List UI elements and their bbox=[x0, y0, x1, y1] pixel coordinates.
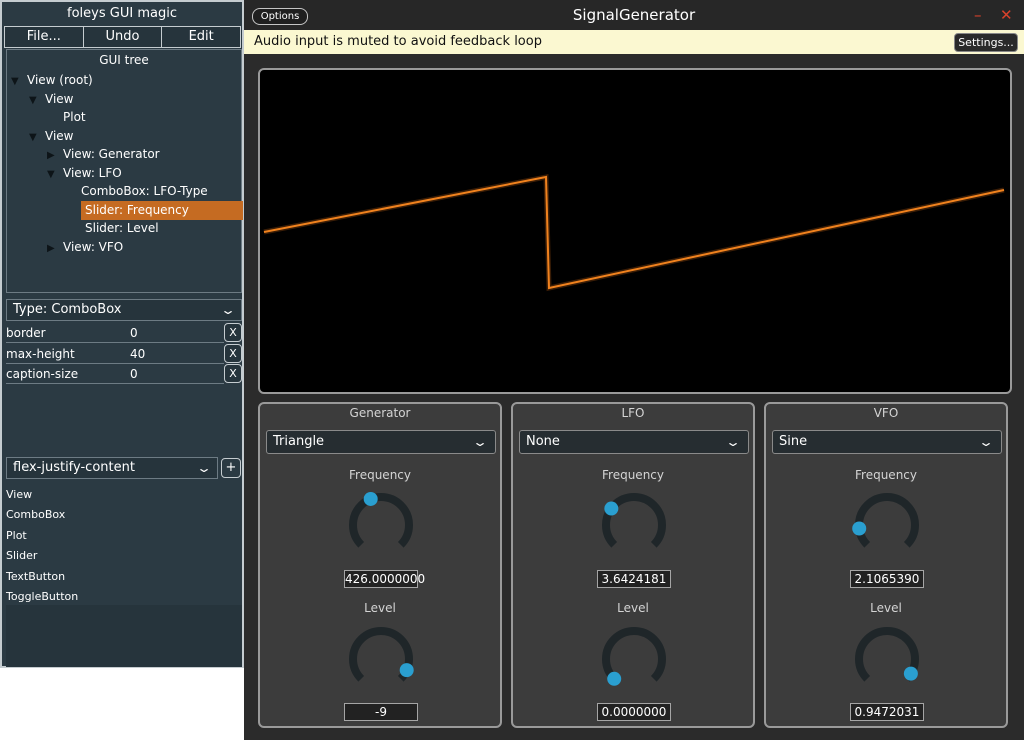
generator-group: Generator Triangle ⌄ Frequency 426.00000… bbox=[258, 402, 502, 728]
frequency-knob[interactable] bbox=[346, 490, 416, 560]
tree-node-view[interactable]: ▼ View bbox=[29, 127, 73, 146]
options-button[interactable]: Options bbox=[252, 8, 308, 25]
expanded-triangle-icon[interactable]: ▼ bbox=[11, 72, 27, 91]
knob-track bbox=[602, 627, 666, 682]
generator-type-combobox[interactable]: Triangle ⌄ bbox=[266, 430, 496, 454]
expanded-triangle-icon[interactable]: ▼ bbox=[47, 165, 63, 184]
tree-node-view[interactable]: ▼ View bbox=[29, 90, 73, 109]
vfo-type-combobox[interactable]: Sine ⌄ bbox=[772, 430, 1002, 454]
remove-property-button[interactable]: X bbox=[224, 323, 242, 342]
palette-empty-area bbox=[6, 605, 242, 667]
palette-item-slider[interactable]: Slider bbox=[6, 546, 37, 566]
waveform-trace-shadow bbox=[263, 173, 1005, 292]
knob-thumb[interactable] bbox=[607, 671, 622, 686]
chevron-down-icon: ⌄ bbox=[471, 435, 489, 449]
settings-button[interactable]: Settings... bbox=[954, 33, 1018, 52]
frequency-value-field[interactable]: 3.6424181 bbox=[597, 570, 671, 588]
property-value-input[interactable]: 0 bbox=[126, 323, 224, 343]
knob-track bbox=[349, 493, 413, 548]
minimize-icon[interactable]: – bbox=[974, 6, 982, 24]
collapsed-triangle-icon[interactable]: ▶ bbox=[47, 146, 63, 165]
flex-property-selector[interactable]: flex-justify-content ⌄ bbox=[6, 457, 218, 479]
frequency-knob[interactable] bbox=[852, 490, 922, 560]
tree-node-slider-level[interactable]: Slider: Level bbox=[81, 219, 159, 238]
level-value-field[interactable]: -9 bbox=[344, 703, 418, 721]
audio-muted-notice: Audio input is muted to avoid feedback l… bbox=[244, 30, 1024, 54]
palette-item-combobox[interactable]: ComboBox bbox=[6, 505, 65, 525]
remove-property-button[interactable]: X bbox=[224, 364, 242, 383]
undo-button[interactable]: Undo bbox=[82, 26, 163, 48]
property-value-input[interactable]: 0 bbox=[126, 364, 224, 384]
frequency-label: Frequency bbox=[602, 468, 664, 482]
lfo-group: LFO None ⌄ Frequency 3.6424181 Level 0.0… bbox=[511, 402, 755, 728]
knob-thumb[interactable] bbox=[903, 666, 918, 681]
gui-tree: GUI tree ▼ View (root) ▼ View Plot ▼ View ▶… bbox=[6, 49, 243, 293]
chevron-down-icon: ⌄ bbox=[977, 435, 995, 449]
collapsed-triangle-icon[interactable]: ▶ bbox=[47, 239, 63, 258]
type-selector[interactable]: Type: ComboBox ⌄ bbox=[6, 299, 242, 321]
file-menu-button[interactable]: File... bbox=[4, 26, 84, 48]
group-title: VFO bbox=[873, 406, 899, 420]
close-icon[interactable]: ✕ bbox=[1000, 6, 1013, 24]
knob-track bbox=[855, 493, 919, 548]
expanded-triangle-icon[interactable]: ▼ bbox=[29, 91, 45, 110]
frequency-value-field[interactable]: 2.1065390 bbox=[850, 570, 924, 588]
chevron-down-icon: ⌄ bbox=[195, 461, 213, 475]
property-row: border 0 X bbox=[6, 323, 242, 343]
remove-property-button[interactable]: X bbox=[224, 344, 242, 363]
group-title: LFO bbox=[621, 406, 645, 420]
level-knob[interactable] bbox=[852, 624, 922, 694]
palette-item-plot[interactable]: Plot bbox=[6, 526, 27, 546]
tree-node-plot[interactable]: Plot bbox=[63, 108, 86, 127]
editor-title: foleys GUI magic bbox=[67, 6, 177, 21]
palette-item-togglebutton[interactable]: ToggleButton bbox=[6, 587, 78, 607]
property-name: border bbox=[6, 323, 126, 343]
edit-menu-button[interactable]: Edit bbox=[161, 26, 242, 48]
waveform-plot bbox=[258, 68, 1012, 394]
frequency-label: Frequency bbox=[855, 468, 917, 482]
knob-thumb[interactable] bbox=[399, 663, 414, 678]
knob-thumb[interactable] bbox=[604, 501, 619, 516]
lfo-type-combobox[interactable]: None ⌄ bbox=[519, 430, 749, 454]
vfo-group: VFO Sine ⌄ Frequency 2.1065390 Level 0.9… bbox=[764, 402, 1008, 728]
expanded-triangle-icon[interactable]: ▼ bbox=[29, 128, 45, 147]
property-row: max-height 40 X bbox=[6, 344, 242, 364]
group-title: Generator bbox=[349, 406, 411, 420]
knob-thumb[interactable] bbox=[363, 491, 378, 506]
palette-item-view[interactable]: View bbox=[6, 485, 32, 505]
frequency-value-field[interactable]: 426.0000000 bbox=[344, 570, 425, 588]
gui-editor-panel: foleys GUI magic File... Undo Edit GUI t… bbox=[0, 0, 244, 668]
tree-node-view-lfo[interactable]: ▼ View: LFO bbox=[47, 164, 122, 183]
knob-thumb[interactable] bbox=[852, 521, 867, 536]
window-title: SignalGenerator bbox=[572, 6, 696, 24]
frequency-knob[interactable] bbox=[599, 490, 669, 560]
property-name: max-height bbox=[6, 344, 126, 364]
tree-node-combobox-lfo-type[interactable]: ComboBox: LFO-Type bbox=[81, 182, 208, 201]
plugin-window: SignalGenerator Options – ✕ Audio input … bbox=[244, 0, 1024, 740]
waveform-plot-canvas bbox=[263, 173, 1005, 292]
tree-node-slider-frequency[interactable]: Slider: Frequency bbox=[81, 201, 243, 220]
level-label: Level bbox=[870, 601, 902, 615]
chevron-down-icon: ⌄ bbox=[724, 435, 742, 449]
property-value-input[interactable]: 40 bbox=[126, 344, 224, 364]
level-knob[interactable] bbox=[599, 624, 669, 694]
editor-menubar: File... Undo Edit bbox=[4, 26, 242, 48]
add-property-button[interactable]: + bbox=[221, 458, 241, 478]
gui-tree-header: GUI tree bbox=[99, 53, 149, 67]
palette-item-textbutton[interactable]: TextButton bbox=[6, 567, 65, 587]
tree-node-view-generator[interactable]: ▶ View: Generator bbox=[47, 145, 160, 164]
tree-node-view-vfo[interactable]: ▶ View: VFO bbox=[47, 238, 123, 257]
frequency-label: Frequency bbox=[349, 468, 411, 482]
level-value-field[interactable]: 0.9472031 bbox=[850, 703, 924, 721]
level-knob[interactable] bbox=[346, 624, 416, 694]
level-label: Level bbox=[617, 601, 649, 615]
chevron-down-icon: ⌄ bbox=[219, 303, 237, 317]
tree-node-view-root[interactable]: ▼ View (root) bbox=[11, 71, 93, 90]
property-name: caption-size bbox=[6, 364, 126, 384]
level-label: Level bbox=[364, 601, 396, 615]
property-row: caption-size 0 X bbox=[6, 364, 242, 384]
level-value-field[interactable]: 0.0000000 bbox=[597, 703, 671, 721]
